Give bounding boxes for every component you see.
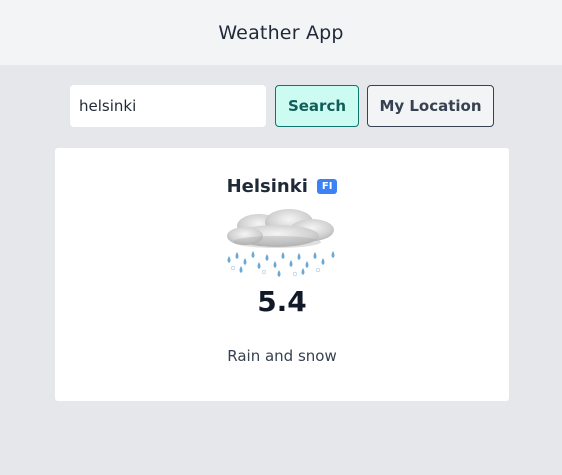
app-title: Weather App [218, 21, 344, 44]
city-heading: Helsinki FI [55, 176, 509, 197]
city-search-input[interactable] [70, 85, 266, 127]
search-bar: Search My Location [0, 84, 562, 128]
search-button[interactable]: Search [275, 85, 359, 127]
my-location-button[interactable]: My Location [367, 85, 494, 127]
app-header: Weather App [0, 0, 562, 65]
temperature-value: 5.4 [257, 285, 307, 318]
rain-snow-cloud-icon [227, 209, 335, 277]
weather-description: Rain and snow [227, 347, 337, 365]
city-name: Helsinki [226, 176, 308, 197]
weather-card: Helsinki FI 5.4 Rain and snow [55, 148, 509, 401]
country-badge: FI [316, 179, 338, 194]
